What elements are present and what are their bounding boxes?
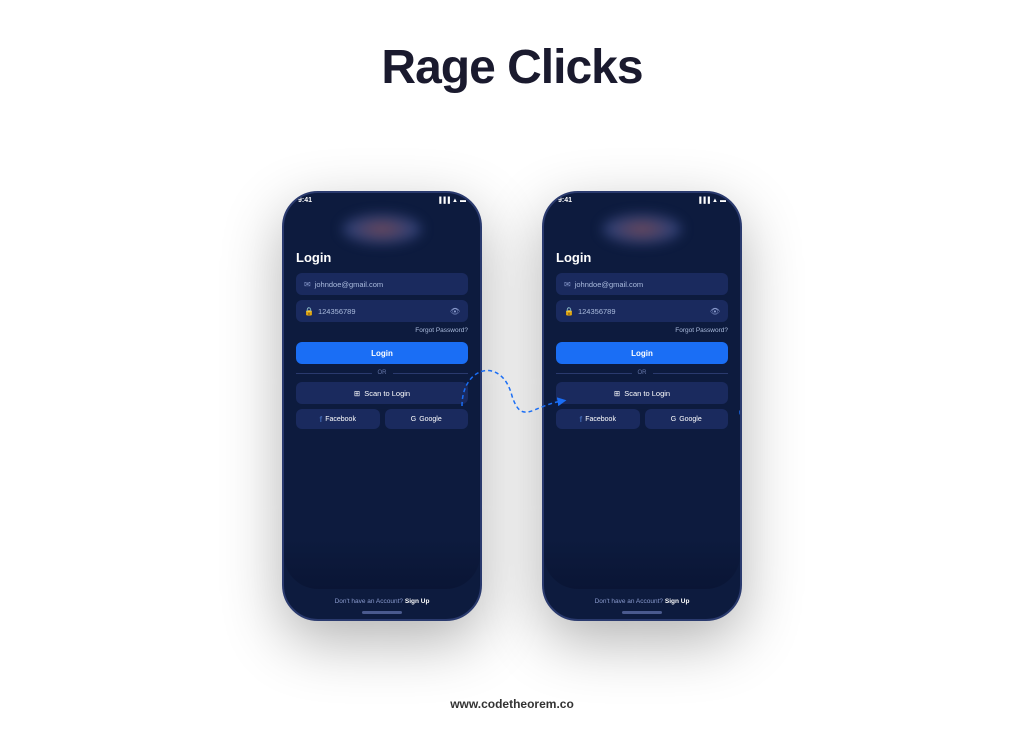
social-buttons-2: f Facebook G Google [556, 409, 728, 429]
avatar-1 [342, 214, 422, 244]
signal-icon-2: ▐▐▐ [697, 198, 710, 204]
signal-icon-1: ▐▐▐ [437, 198, 450, 204]
phone-content-1: Login ✉ johndoe@gmail.com 🔒 124356789 👁 … [284, 250, 480, 429]
avatar-2 [602, 214, 682, 244]
google-icon-1: G [411, 416, 416, 423]
wifi-icon-1: ▲ [452, 198, 458, 204]
login-button-2[interactable]: Login [556, 342, 728, 364]
email-field-2[interactable]: ✉ johndoe@gmail.com [556, 273, 728, 295]
status-time-2: 9:41 [558, 197, 572, 204]
annotation-circle [737, 397, 742, 427]
google-label-2: Google [679, 416, 702, 423]
google-button-2[interactable]: G Google [645, 409, 729, 429]
or-line-right-2 [653, 373, 729, 374]
annotation-container: Stuck on same Page [737, 397, 742, 427]
login-button-1[interactable]: Login [296, 342, 468, 364]
lock-icon-2: 🔒 [564, 307, 574, 316]
forgot-password-2[interactable]: Forgot Password? [556, 327, 728, 334]
password-field-1[interactable]: 🔒 124356789 👁 [296, 300, 468, 322]
facebook-icon-2: f [580, 415, 583, 424]
curved-arrow [452, 346, 572, 466]
social-buttons-1: f Facebook G Google [296, 409, 468, 429]
login-title-2: Login [556, 250, 728, 265]
password-value-1: 124356789 [318, 307, 446, 316]
status-bar-2: 9:41 ▐▐▐ ▲ ▬ [544, 193, 740, 204]
email-icon-1: ✉ [304, 280, 311, 289]
status-icons-2: ▐▐▐ ▲ ▬ [697, 198, 726, 204]
footer: www.codetheorem.co [450, 697, 574, 711]
lock-icon-1: 🔒 [304, 307, 314, 316]
phone-wave-1 [284, 539, 480, 589]
phone-2: 9:41 ▐▐▐ ▲ ▬ Login ✉ johndoe@gmail.com 🔒… [542, 191, 742, 621]
password-field-2[interactable]: 🔒 124356789 👁 [556, 300, 728, 322]
or-text-1: OR [378, 370, 387, 376]
email-field-1[interactable]: ✉ johndoe@gmail.com [296, 273, 468, 295]
email-value-2: johndoe@gmail.com [575, 280, 720, 289]
phone-content-2: Login ✉ johndoe@gmail.com 🔒 124356789 👁 … [544, 250, 740, 429]
scan-icon-1: ⊞ [354, 389, 360, 398]
or-divider-2: OR [556, 370, 728, 376]
password-value-2: 124356789 [578, 307, 706, 316]
battery-icon-1: ▬ [460, 198, 466, 204]
scan-icon-2: ⊞ [614, 389, 620, 398]
eye-icon-2: 👁 [710, 307, 720, 316]
google-label-1: Google [419, 416, 442, 423]
scan-button-1[interactable]: ⊞ Scan to Login [296, 382, 468, 404]
page-title: Rage Clicks [381, 40, 642, 95]
status-time-1: 9:41 [298, 197, 312, 204]
or-line-left-1 [296, 373, 372, 374]
facebook-button-1[interactable]: f Facebook [296, 409, 380, 429]
battery-icon-2: ▬ [720, 198, 726, 204]
scan-label-1: Scan to Login [364, 389, 410, 398]
facebook-label-1: Facebook [325, 416, 356, 423]
status-bar-1: 9:41 ▐▐▐ ▲ ▬ [284, 193, 480, 204]
phones-container: 9:41 ▐▐▐ ▲ ▬ Login ✉ johndoe@gmail.com 🔒… [282, 135, 742, 677]
signup-text-1: Don't have an Account? Sign Up [284, 598, 480, 605]
eye-icon-1: 👁 [450, 307, 460, 316]
home-indicator-2 [622, 611, 662, 614]
login-title-1: Login [296, 250, 468, 265]
phone-wave-2 [544, 539, 740, 589]
email-value-1: johndoe@gmail.com [315, 280, 460, 289]
forgot-password-1[interactable]: Forgot Password? [296, 327, 468, 334]
facebook-icon-1: f [320, 415, 323, 424]
email-icon-2: ✉ [564, 280, 571, 289]
scan-label-2: Scan to Login [624, 389, 670, 398]
google-icon-2: G [671, 416, 676, 423]
home-indicator-1 [362, 611, 402, 614]
or-divider-1: OR [296, 370, 468, 376]
signup-text-2: Don't have an Account? Sign Up [544, 598, 740, 605]
facebook-label-2: Facebook [585, 416, 616, 423]
wifi-icon-2: ▲ [712, 198, 718, 204]
scan-button-2[interactable]: ⊞ Scan to Login [556, 382, 728, 404]
or-text-2: OR [638, 370, 647, 376]
status-icons-1: ▐▐▐ ▲ ▬ [437, 198, 466, 204]
